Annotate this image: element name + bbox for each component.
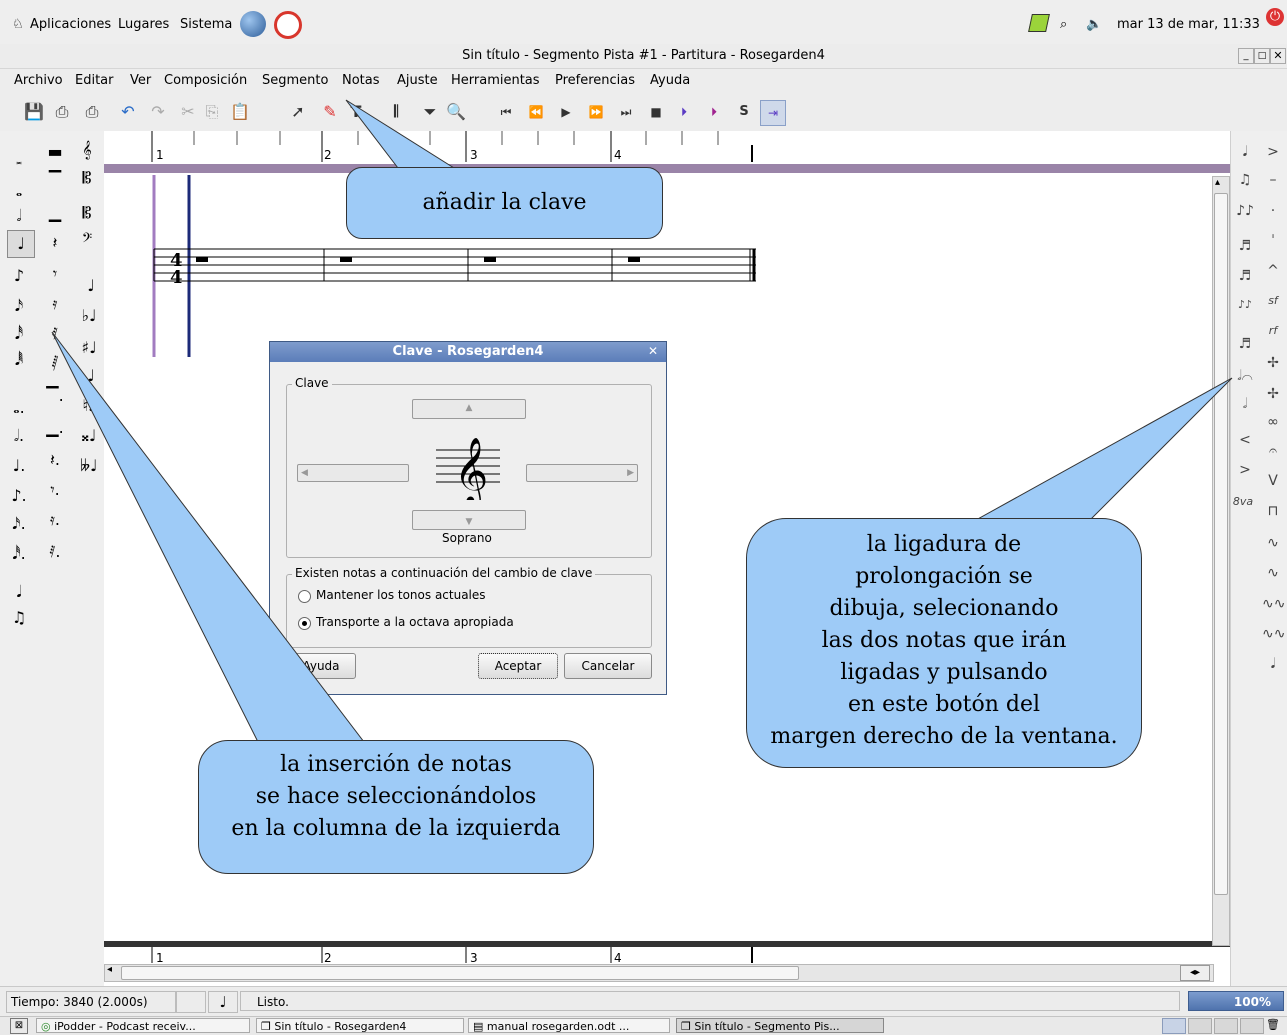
callout-tie-line-1: la ligadura de <box>866 532 1022 557</box>
taskbar-item-manual-label: manual rosegarden.odt ... <box>486 1020 630 1033</box>
document-icon: ▤ <box>473 1020 484 1033</box>
callout-clef-text: añadir la clave <box>422 190 587 215</box>
callout-tie-line-3: dibuja, selecionando <box>829 596 1059 621</box>
callout-notes: la inserción de notas se hace seleccioná… <box>198 740 594 874</box>
taskbar-item-segment[interactable]: ❒ Sin título - Segmento Pis... <box>676 1018 884 1033</box>
statusbar: Tiempo: 3840 (2.000s) ♩ Listo. 100% <box>0 986 1287 1017</box>
status-message: Listo. <box>240 991 1180 1011</box>
ipodder-icon: ◎ <box>41 1020 51 1033</box>
taskbar-item-segment-label: Sin título - Segmento Pis... <box>694 1020 840 1033</box>
callout-tie-line-7: margen derecho de la ventana. <box>770 724 1118 749</box>
workspace-1[interactable] <box>1162 1018 1186 1034</box>
zoom-progress-bar: 100% <box>1188 991 1284 1011</box>
taskbar-item-rosegarden[interactable]: ❒ Sin título - Rosegarden4 <box>256 1018 464 1033</box>
taskbar-item-manual[interactable]: ▤ manual rosegarden.odt ... <box>468 1018 670 1033</box>
taskbar-item-rosegarden-label: Sin título - Rosegarden4 <box>274 1020 407 1033</box>
status-time: Tiempo: 3840 (2.000s) <box>6 991 176 1013</box>
callout-tie-line-5: ligadas y pulsando <box>840 660 1048 685</box>
callout-tie-line-2: prolongación se <box>855 564 1033 589</box>
callout-tie-line-4: las dos notas que irán <box>821 628 1067 653</box>
callout-notes-line-1: la inserción de notas <box>280 752 512 777</box>
callout-tie: la ligadura de prolongación se dibuja, s… <box>746 518 1142 768</box>
window-icon: ❒ <box>681 1020 691 1033</box>
callout-clef: añadir la clave <box>346 167 663 239</box>
window-icon: ❒ <box>261 1020 271 1033</box>
callout-notes-line-2: se hace seleccionándolos <box>255 784 537 809</box>
workspace-4[interactable] <box>1240 1018 1264 1034</box>
workspace-3[interactable] <box>1214 1018 1238 1034</box>
status-note-icon: ♩ <box>208 991 238 1013</box>
callout-tails <box>51 99 1233 743</box>
show-desktop-icon[interactable]: ⊠ <box>10 1018 28 1034</box>
taskbar-item-ipodder[interactable]: ◎ iPodder - Podcast receiv... <box>36 1018 250 1033</box>
status-blank <box>176 991 206 1013</box>
trash-icon[interactable]: 🗑 <box>1266 1018 1284 1032</box>
taskbar-item-ipodder-label: iPodder - Podcast receiv... <box>54 1020 196 1033</box>
taskbar: ⊠ ◎ iPodder - Podcast receiv... ❒ Sin tí… <box>0 1016 1287 1035</box>
workspace-2[interactable] <box>1188 1018 1212 1034</box>
callout-tie-line-6: en este botón del <box>847 692 1041 717</box>
callout-notes-line-3: en la columna de la izquierda <box>231 816 561 841</box>
